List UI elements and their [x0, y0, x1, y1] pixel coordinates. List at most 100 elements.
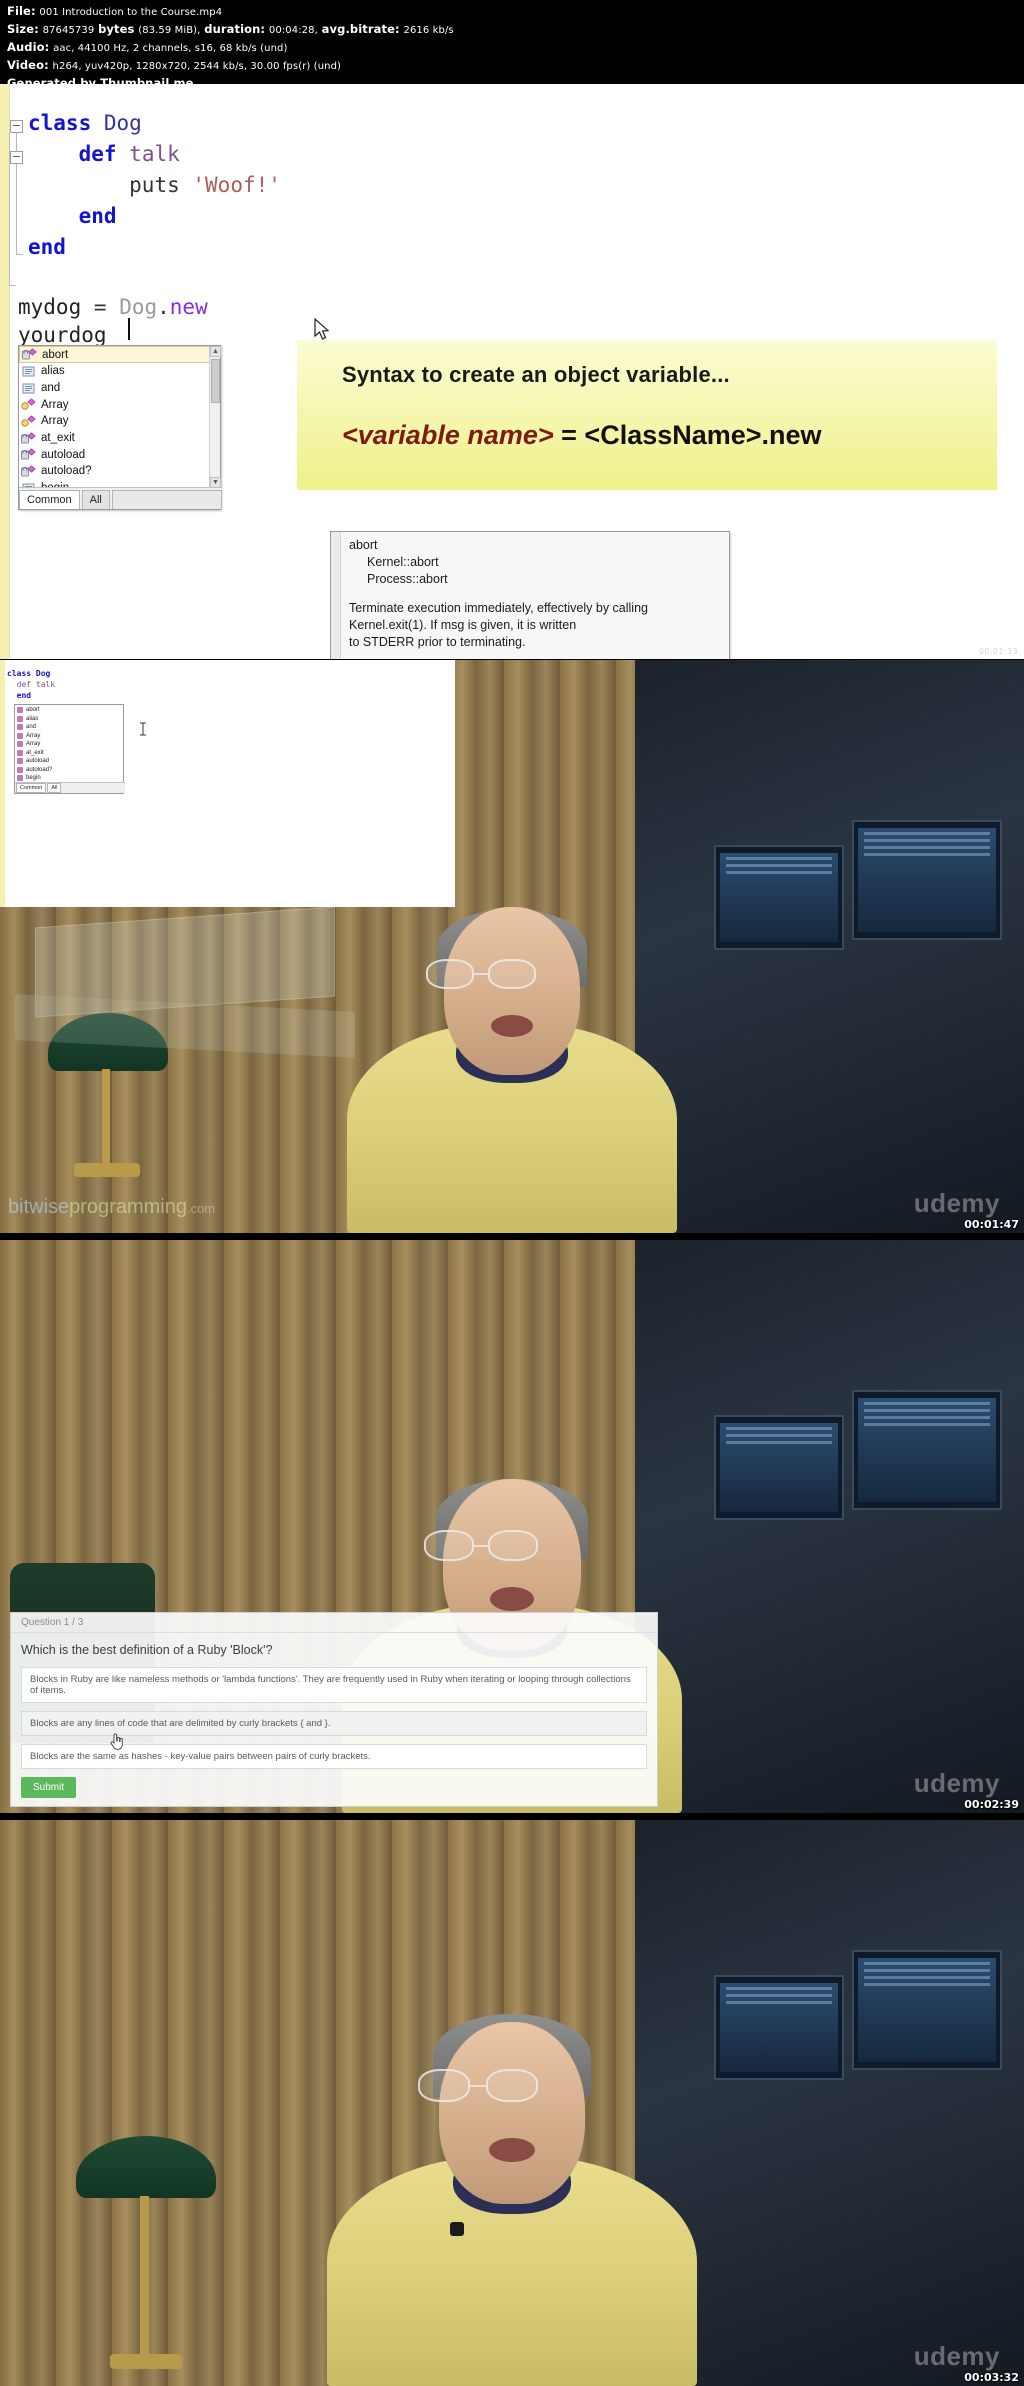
- ghost-laptop-overlay: [5, 906, 455, 1097]
- method-icon: [21, 398, 36, 411]
- class-icon: [21, 415, 36, 428]
- tab-filler: [111, 490, 222, 509]
- video-value: h264, yuv420p, 1280x720, 2544 kb/s, 30.0…: [52, 61, 342, 72]
- lamp-base: [110, 2354, 182, 2369]
- tab-common[interactable]: Common: [19, 490, 80, 509]
- tab-all[interactable]: All: [81, 490, 110, 509]
- instructor-head: [439, 2022, 585, 2204]
- code-line-6[interactable]: mydog = Dog.new: [18, 292, 208, 323]
- keyword-icon: [17, 724, 23, 731]
- inset-change-strip: [0, 660, 5, 907]
- code-line-2[interactable]: def talk: [28, 139, 180, 170]
- keyword-class: class: [28, 111, 92, 135]
- frame-3-image: [0, 1820, 1024, 2386]
- background-monitor-right: [852, 1950, 1002, 2070]
- assign-operator: =: [93, 295, 107, 319]
- quiz-submit-button[interactable]: Submit: [21, 1777, 77, 1798]
- background-monitor-left: [714, 845, 844, 950]
- bitwise-watermark-part2: programming: [69, 1196, 187, 1218]
- keyword-icon: [21, 382, 36, 395]
- fold-line-class-top: [16, 133, 17, 151]
- fold-toggle-class[interactable]: −: [10, 120, 23, 133]
- doc-body-line-1: Terminate execution immediately, effecti…: [349, 601, 648, 615]
- autocomplete-popup[interactable]: abort alias and Array Array at_exit auto…: [18, 345, 222, 510]
- doc-body-line-2: Kernel.exit(1). If msg is given, it is w…: [349, 618, 577, 632]
- size-unit: bytes: [98, 22, 135, 36]
- autocomplete-item-array-class[interactable]: Array: [19, 413, 220, 430]
- size-human: (83.59 MiB),: [138, 25, 201, 36]
- callout-classname: <ClassName>.new: [584, 420, 822, 450]
- monitor-screen: [858, 828, 996, 932]
- ide-panel-timestamp: 00:01:33: [978, 647, 1018, 656]
- autocomplete-item-and[interactable]: and: [19, 380, 220, 397]
- bitrate-label: avg.bitrate:: [321, 22, 400, 36]
- lamp-base: [74, 1163, 140, 1177]
- background-monitor-left: [714, 1415, 844, 1520]
- inset-autocomplete-popup: abort alias and Array Array at_exit auto…: [14, 704, 125, 794]
- autocomplete-item-autoload[interactable]: autoload: [19, 446, 220, 463]
- autocomplete-list[interactable]: abort alias and Array Array at_exit auto…: [19, 346, 220, 488]
- dot-operator: .: [157, 295, 170, 319]
- code-line-4[interactable]: end: [28, 201, 117, 232]
- monitor-screen: [720, 1423, 838, 1512]
- callout-variable-placeholder: <variable name>: [342, 420, 554, 450]
- keyword-end-outer: end: [28, 235, 66, 259]
- autocomplete-scrollbar[interactable]: ▲ ▼: [209, 346, 221, 488]
- quiz-question: Which is the best definition of a Ruby '…: [21, 1643, 273, 1657]
- lamp-shade: [76, 2136, 216, 2198]
- glasses-bridge: [470, 2085, 486, 2087]
- syntax-callout: Syntax to create an object variable... <…: [297, 340, 997, 490]
- autocomplete-item-autoload-q[interactable]: autoload?: [19, 463, 220, 480]
- code-line-3[interactable]: puts 'Woof!': [28, 170, 281, 201]
- autocomplete-tabs[interactable]: Common All: [19, 487, 222, 509]
- autocomplete-item-alias[interactable]: alias: [19, 363, 220, 380]
- mouse-pointer-icon: [314, 318, 330, 340]
- keyword-end-inner: end: [78, 204, 117, 228]
- scrollbar-thumb[interactable]: [211, 359, 220, 403]
- inset-ac-item: Array: [17, 740, 121, 749]
- string-woof: 'Woof!': [192, 173, 281, 197]
- background-monitor-left: [714, 1975, 844, 2080]
- monitor-screen: [720, 853, 838, 942]
- code-line-5[interactable]: end: [28, 232, 66, 263]
- inset-ac-item: alias: [17, 715, 121, 724]
- inset-text-cursor-icon: [140, 722, 146, 736]
- frame-1-ide-inset: class Dog def talk end abort alias and A…: [0, 660, 455, 907]
- scroll-up-arrow-icon[interactable]: ▲: [210, 346, 221, 357]
- fold-toggle-def[interactable]: −: [10, 151, 23, 164]
- autocomplete-item-label: autoload?: [41, 465, 92, 478]
- monitor-screen: [720, 1983, 838, 2072]
- method-icon: [17, 732, 23, 739]
- inset-ac-label: Array: [26, 741, 41, 747]
- fold-line-class: [9, 133, 10, 285]
- autocomplete-item-abort[interactable]: abort: [19, 346, 220, 363]
- variable-mydog: mydog: [18, 295, 82, 319]
- instructor-mouth: [490, 1587, 534, 1611]
- quiz-option-1[interactable]: Blocks in Ruby are like nameless methods…: [21, 1667, 647, 1703]
- inset-ac-label: alias: [26, 715, 39, 722]
- keyword-icon: [21, 365, 36, 378]
- method-lock-icon: [21, 465, 36, 478]
- frame-2-timestamp: 00:02:39: [964, 1798, 1019, 1811]
- media-info-file-line: File: 001 Introduction to the Course.mp4: [7, 3, 1024, 21]
- inset-code-line-2: def talk: [7, 680, 56, 689]
- autocomplete-item-label: Array: [41, 415, 69, 428]
- doc-spacer: [349, 588, 721, 600]
- autocomplete-item-label: and: [41, 382, 61, 395]
- bitwise-watermark-part1: bitwise: [8, 1196, 70, 1218]
- autocomplete-item-at-exit[interactable]: at_exit: [19, 430, 220, 447]
- quiz-overlay[interactable]: Question 1 / 3 Which is the best definit…: [10, 1612, 658, 1807]
- method-lock-icon: [17, 766, 23, 773]
- glasses-left-lens: [424, 1530, 474, 1561]
- inset-ac-item: at_exit: [17, 749, 121, 758]
- callout-equals: =: [553, 420, 585, 450]
- video-frame-2: Question 1 / 3 Which is the best definit…: [0, 1240, 1024, 1813]
- size-label: Size:: [7, 22, 39, 36]
- code-line-1[interactable]: class Dog: [28, 108, 142, 139]
- receiver-dog: Dog: [119, 295, 158, 319]
- video-label: Video:: [7, 58, 49, 72]
- inset-ac-item: autoload?: [17, 766, 121, 775]
- video-frame-3: udemy 00:03:32: [0, 1820, 1024, 2386]
- autocomplete-item-label: at_exit: [41, 432, 75, 445]
- autocomplete-item-array-method[interactable]: Array: [19, 396, 220, 413]
